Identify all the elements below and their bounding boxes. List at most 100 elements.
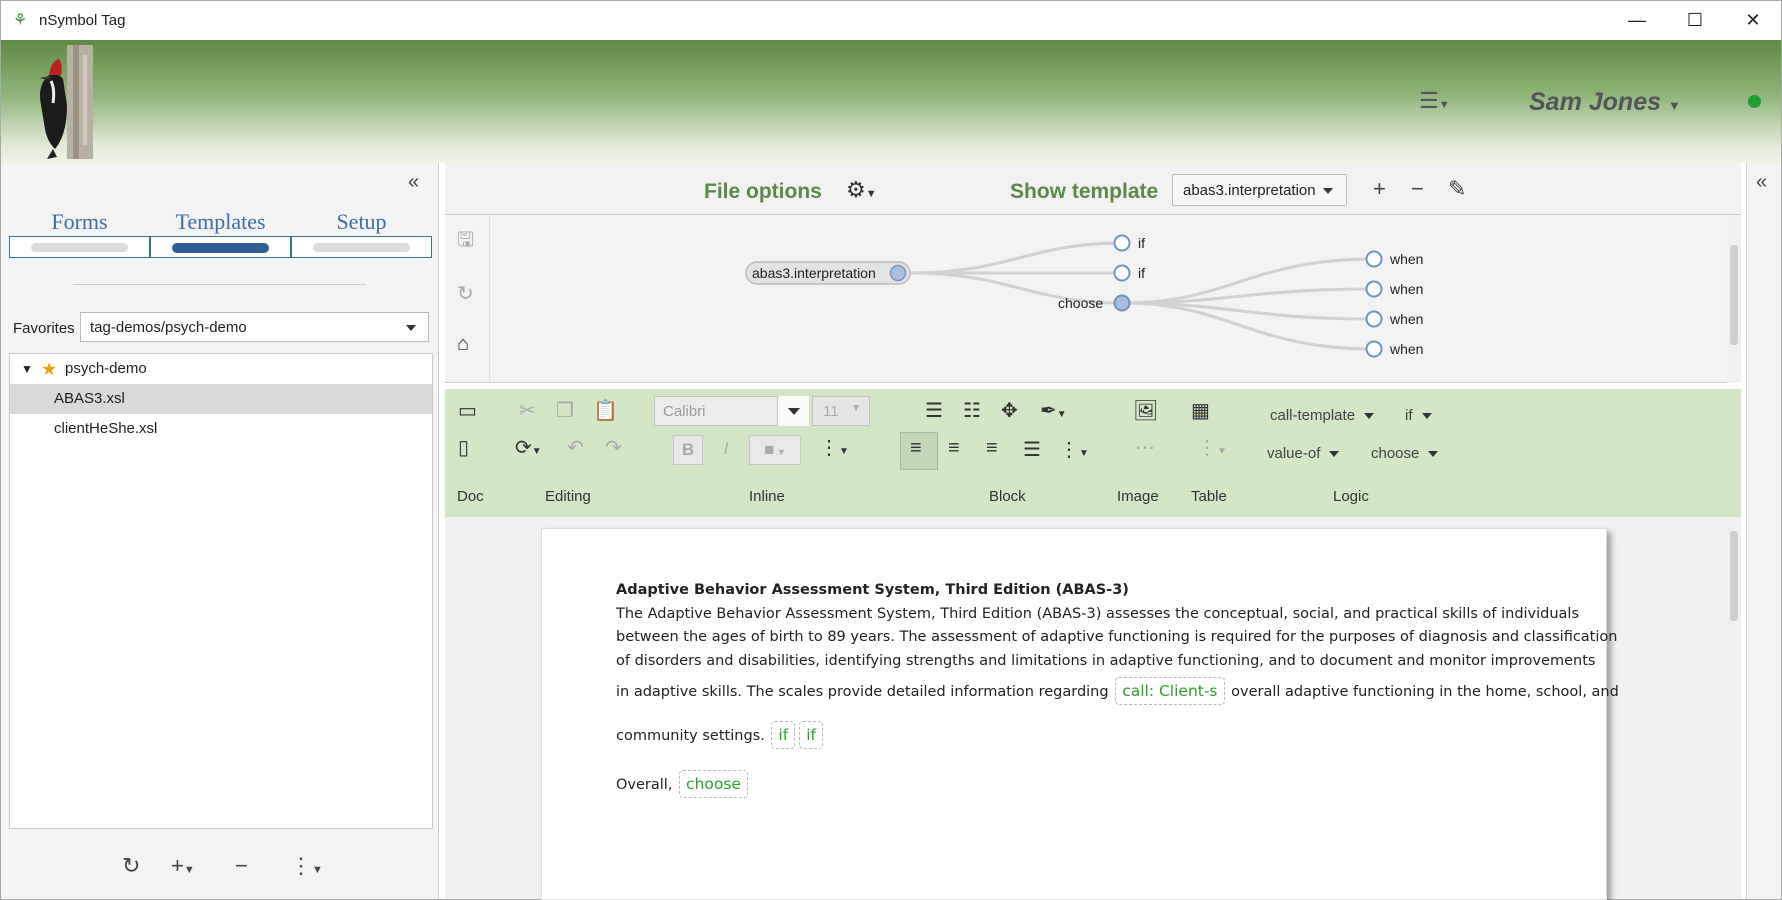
diagram-node-when[interactable] bbox=[1365, 340, 1383, 358]
edit-pencil-icon[interactable]: ✎ bbox=[1448, 176, 1466, 202]
tab-setup-label: Setup bbox=[336, 209, 387, 234]
align-left-icon[interactable]: ≡ bbox=[910, 437, 922, 460]
move-icon[interactable]: ✥ bbox=[1001, 398, 1018, 423]
diagram-node-when-label: when bbox=[1389, 341, 1423, 357]
document-page[interactable]: Adaptive Behavior Assessment System, Thi… bbox=[541, 528, 1619, 900]
add-template-icon[interactable]: + bbox=[1373, 176, 1386, 202]
tree-folder-psych-demo[interactable]: ▼ ★ psych-demo bbox=[10, 354, 432, 384]
if-dropdown[interactable]: if bbox=[1405, 407, 1432, 424]
pen-icon[interactable]: ✒▼ bbox=[1040, 398, 1067, 423]
file-label: clientHeShe.xsl bbox=[54, 420, 158, 437]
maximize-button[interactable]: ☐ bbox=[1666, 1, 1724, 40]
diagram-root-label: abas3.interpretation bbox=[752, 265, 876, 281]
editor-ribbon: ▭ ▯ Doc ✂ ❐ 📋 ⟳▼ ↶ ↷ Editing Calibri 11 ▼… bbox=[445, 389, 1741, 517]
choose-dropdown[interactable]: choose bbox=[1371, 445, 1438, 462]
bullet-list-icon[interactable]: ☰ bbox=[925, 398, 943, 423]
document-paragraph-line: The Adaptive Behavior Assessment System,… bbox=[616, 606, 1580, 622]
diagram-side-tools: 🖫 ↻ ⌂ bbox=[445, 215, 490, 383]
diagram-scrollbar[interactable] bbox=[1727, 215, 1741, 383]
call-template-chip[interactable]: call: Client-s bbox=[1115, 677, 1225, 705]
align-right-icon[interactable]: ≡ bbox=[986, 437, 998, 460]
show-template-label: Show template bbox=[1010, 180, 1159, 203]
document-title: Adaptive Behavior Assessment System, Thi… bbox=[616, 582, 1129, 598]
remove-template-icon[interactable]: − bbox=[1411, 176, 1424, 202]
font-size-select[interactable]: 11 ▼ bbox=[812, 396, 870, 426]
add-icon[interactable]: +▼ bbox=[171, 853, 195, 879]
table-more-icon[interactable]: ⋮▼ bbox=[1197, 435, 1227, 460]
more-options-icon[interactable]: ⋮▼ bbox=[290, 853, 323, 879]
user-menu[interactable]: Sam Jones ▼ bbox=[1529, 88, 1681, 117]
diagram-node-choose[interactable] bbox=[1113, 294, 1131, 312]
close-button[interactable]: ✕ bbox=[1724, 1, 1782, 40]
table-icon[interactable]: ▦ bbox=[1191, 398, 1210, 423]
root-node-circle[interactable] bbox=[889, 264, 907, 282]
title-bar: ⚘ nSymbol Tag — ☐ ✕ bbox=[1, 1, 1781, 40]
group-label-table: Table bbox=[1191, 488, 1227, 505]
cut-icon[interactable]: ✂ bbox=[519, 398, 536, 423]
call-template-dropdown[interactable]: call-template bbox=[1270, 407, 1374, 424]
favorites-select[interactable]: tag-demos/psych-demo bbox=[80, 312, 429, 342]
undo-icon[interactable]: ↶ bbox=[567, 435, 584, 460]
group-label-logic: Logic bbox=[1333, 488, 1369, 505]
template-select-value: abas3.interpretation bbox=[1183, 182, 1316, 199]
find-replace-icon[interactable]: ⟳▼ bbox=[515, 435, 542, 460]
window-title: nSymbol Tag bbox=[39, 12, 126, 29]
group-label-editing: Editing bbox=[545, 488, 591, 505]
favorites-value: tag-demos/psych-demo bbox=[90, 319, 247, 336]
left-panel: « Forms Templates Setup Favorites tag-de… bbox=[1, 163, 439, 899]
file-options-label: File options bbox=[704, 180, 822, 203]
main-menu-button[interactable]: ☰▼ bbox=[1419, 88, 1450, 114]
justify-icon[interactable]: ☰ bbox=[1023, 437, 1041, 462]
italic-button[interactable]: I bbox=[711, 435, 741, 465]
paste-icon[interactable]: 📋 bbox=[593, 398, 618, 423]
doc-view-icon[interactable]: ▭ bbox=[458, 398, 477, 423]
document-scrollbar[interactable] bbox=[1727, 517, 1741, 899]
tree-file-abas3[interactable]: ABAS3.xsl bbox=[10, 384, 432, 414]
diagram-node-when[interactable] bbox=[1365, 280, 1383, 298]
copy-icon[interactable]: ❐ bbox=[556, 398, 574, 423]
collapse-left-panel-icon[interactable]: « bbox=[408, 171, 419, 194]
group-label-doc: Doc bbox=[457, 488, 484, 505]
bold-button[interactable]: B bbox=[673, 435, 703, 465]
tab-forms[interactable]: Forms bbox=[9, 209, 150, 258]
image-more-icon[interactable]: ⋯ bbox=[1135, 435, 1155, 460]
if-chip[interactable]: if bbox=[771, 721, 796, 749]
tree-file-clientheshe[interactable]: clientHeShe.xsl bbox=[10, 414, 432, 444]
align-center-icon[interactable]: ≡ bbox=[948, 437, 960, 460]
expand-triangle-icon[interactable]: ▼ bbox=[21, 354, 33, 384]
diagram-node-if[interactable] bbox=[1113, 264, 1131, 282]
redo-icon[interactable]: ↷ bbox=[605, 435, 622, 460]
home-icon[interactable]: ⌂ bbox=[457, 333, 469, 356]
diagram-node-if[interactable] bbox=[1113, 234, 1131, 252]
image-icon[interactable]: 🖼 bbox=[1133, 398, 1158, 423]
tab-setup[interactable]: Setup bbox=[291, 209, 432, 258]
gear-icon[interactable]: ⚙▼ bbox=[846, 177, 877, 203]
mode-tabs: Forms Templates Setup bbox=[9, 209, 433, 258]
choose-chip[interactable]: choose bbox=[679, 770, 748, 798]
highlight-color-button[interactable]: ■ ▼ bbox=[749, 435, 801, 465]
font-dropdown-button[interactable] bbox=[777, 396, 809, 426]
reload-icon[interactable]: ↻ bbox=[457, 281, 474, 306]
more-block-icon[interactable]: ⋮▼ bbox=[1059, 437, 1089, 462]
minimize-button[interactable]: — bbox=[1608, 1, 1666, 40]
document-paragraph-line-with-chip: community settings. if if bbox=[616, 721, 825, 749]
diagram-node-when[interactable] bbox=[1365, 250, 1383, 268]
document-area: Adaptive Behavior Assessment System, Thi… bbox=[445, 517, 1741, 900]
value-of-dropdown[interactable]: value-of bbox=[1267, 445, 1339, 462]
folder-label: psych-demo bbox=[65, 360, 147, 377]
document-text: Overall, bbox=[616, 777, 673, 793]
remove-icon[interactable]: − bbox=[235, 853, 248, 879]
doc-mobile-icon[interactable]: ▯ bbox=[458, 435, 469, 460]
save-icon[interactable]: 🖫 bbox=[457, 225, 474, 259]
refresh-icon[interactable]: ↻ bbox=[122, 853, 140, 879]
if-chip[interactable]: if bbox=[799, 721, 823, 749]
expand-right-panel-icon[interactable]: « bbox=[1756, 171, 1767, 194]
template-select[interactable]: abas3.interpretation bbox=[1172, 174, 1347, 206]
document-paragraph-line: of disorders and disabilities, identifyi… bbox=[616, 653, 1596, 669]
tab-templates[interactable]: Templates bbox=[150, 209, 291, 258]
more-inline-icon[interactable]: ⋮▼ bbox=[819, 435, 849, 460]
template-tree-area: 🖫 ↻ ⌂ abas3.interpretation if if choose bbox=[445, 215, 1741, 383]
tab-forms-label: Forms bbox=[51, 209, 108, 234]
diagram-node-when[interactable] bbox=[1365, 310, 1383, 328]
numbered-list-icon[interactable]: ☷ bbox=[963, 398, 981, 423]
